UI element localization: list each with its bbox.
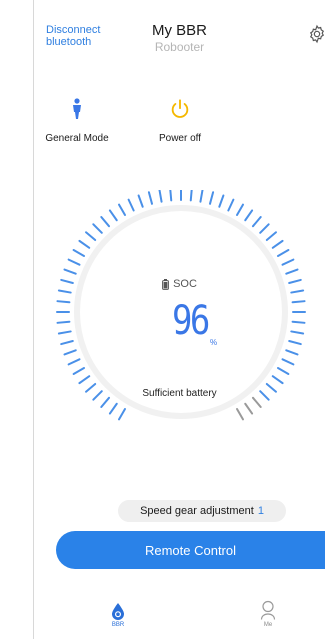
gauge-tick <box>158 190 163 203</box>
tab-bbr[interactable]: BBR <box>98 596 138 628</box>
battery-icon <box>162 278 169 290</box>
gauge-tick <box>288 339 302 346</box>
gauge-tick <box>108 209 118 222</box>
speed-gear-button[interactable]: Speed gear adjustment 1 <box>118 500 286 522</box>
gauge-tick <box>72 367 86 375</box>
soc-unit: % <box>210 338 218 347</box>
power-off-label: Power off <box>158 133 202 144</box>
gauge-tick <box>199 190 204 203</box>
gauge-tick <box>57 289 72 294</box>
page-subtitle: Robooter <box>154 40 205 54</box>
gauge-tick <box>127 198 135 212</box>
drop-icon <box>112 603 124 620</box>
gauge-tick <box>291 300 306 304</box>
gauge-tick <box>63 349 77 356</box>
gauge-tick <box>251 396 262 408</box>
gauge-tick <box>285 268 299 275</box>
tab-me-label: Me <box>263 622 273 628</box>
gauge-tick <box>281 358 295 366</box>
gauge-tick <box>118 203 126 217</box>
general-mode-label: General Mode <box>45 133 109 144</box>
gauge-tick <box>147 191 154 205</box>
speed-gear-value: 1 <box>257 505 264 517</box>
header: Disconnect bluetooth My BBR Robooter <box>34 0 325 60</box>
tab-me[interactable]: Me <box>248 596 288 628</box>
gauge-tick <box>291 320 306 324</box>
gauge-tick <box>169 190 173 202</box>
battery-status: Sufficient battery <box>142 388 217 399</box>
gauge-tick <box>227 198 235 212</box>
page-title: My BBR <box>151 22 207 39</box>
gauge-tick <box>78 375 91 385</box>
gauge-tick <box>137 194 144 208</box>
person-outline-icon <box>260 600 276 620</box>
gauge-tick <box>259 223 270 234</box>
gauge-tick <box>100 396 111 408</box>
gauge-tick <box>290 289 305 294</box>
gauge-tick <box>244 209 254 222</box>
gauge-tick <box>276 367 290 375</box>
gauge-tick <box>285 349 299 356</box>
speed-gear-label: Speed gear adjustment <box>140 505 254 517</box>
gauge-tick <box>60 339 74 346</box>
gauge-tick <box>108 402 118 415</box>
gauge-tick <box>244 402 254 415</box>
gauge-tick <box>67 258 81 266</box>
gauge-tick <box>271 375 284 385</box>
gauge-tick <box>236 407 244 421</box>
gear-icon[interactable] <box>307 24 325 44</box>
tab-bbr-label: BBR <box>111 622 125 628</box>
app-screen: Disconnect bluetooth My BBR Robooter Gen… <box>34 0 325 639</box>
gauge-tick <box>85 231 97 242</box>
general-mode-button[interactable]: General Mode <box>34 95 120 144</box>
gauge-tick <box>265 231 277 242</box>
soc-label: SOC <box>173 278 197 290</box>
gauge-tick <box>78 239 91 249</box>
gauge-tick <box>100 216 111 228</box>
gauge-tick <box>218 194 225 208</box>
gauge-tick <box>72 249 86 257</box>
gauge-tick <box>208 191 215 205</box>
gauge-tick <box>290 330 305 335</box>
gauge-tick <box>56 320 71 324</box>
gauge-tick <box>67 358 81 366</box>
gauge-tick <box>57 330 72 335</box>
power-off-button[interactable]: Power off <box>137 95 223 144</box>
soc-header: SOC <box>34 278 325 290</box>
gauge-tick <box>281 258 295 266</box>
gauge-tick <box>189 190 193 202</box>
gauge-tick <box>276 249 290 257</box>
soc-value: 96 <box>172 298 210 344</box>
gauge-tick <box>92 223 103 234</box>
remote-control-button[interactable]: Remote Control <box>56 531 325 569</box>
power-icon <box>171 99 189 118</box>
gauge-tick <box>271 239 284 249</box>
gauge-tick <box>236 203 244 217</box>
gauge-tick <box>63 268 77 275</box>
gauge-tick <box>56 300 71 304</box>
gauge-tick <box>251 216 262 228</box>
gauge-tick <box>118 407 126 421</box>
left-frame <box>0 0 34 639</box>
person-icon <box>73 98 81 119</box>
